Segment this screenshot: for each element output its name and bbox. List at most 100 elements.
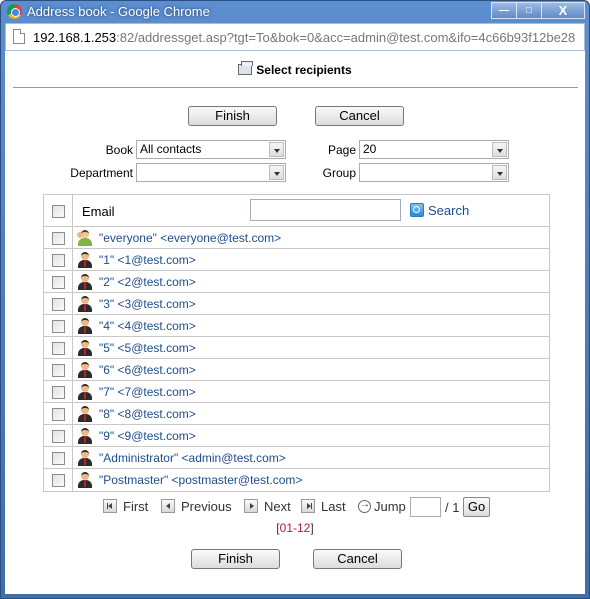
contact-checkbox[interactable] bbox=[52, 385, 65, 399]
search-button[interactable]: Search bbox=[410, 203, 469, 218]
contact-checkbox[interactable] bbox=[52, 363, 65, 377]
contact-email[interactable]: "5" <5@test.com> bbox=[99, 341, 196, 355]
contact-email[interactable]: "everyone" <everyone@test.com> bbox=[99, 231, 281, 245]
address-bar[interactable]: 192.168.1.253:82/addressget.asp?tgt=To&b… bbox=[5, 23, 585, 51]
checkbox-cell bbox=[44, 425, 73, 446]
contact-checkbox[interactable] bbox=[52, 407, 65, 421]
search-input[interactable] bbox=[250, 199, 401, 221]
first-page-button[interactable]: First bbox=[103, 499, 148, 514]
previous-page-icon bbox=[161, 499, 175, 513]
address-book-icon bbox=[238, 61, 254, 75]
window-title: Address book - Google Chrome bbox=[27, 4, 210, 19]
contact-checkbox[interactable] bbox=[52, 341, 65, 355]
user-icon bbox=[77, 252, 93, 268]
contact-email[interactable]: "Postmaster" <postmaster@test.com> bbox=[99, 473, 302, 487]
contact-checkbox[interactable] bbox=[52, 297, 65, 311]
maximize-button[interactable]: □ bbox=[516, 2, 542, 19]
title-bar[interactable]: Address book - Google Chrome — □ X bbox=[1, 1, 589, 23]
contact-row[interactable]: "1" <1@test.com> bbox=[44, 249, 549, 271]
browser-window: Address book - Google Chrome — □ X 192.1… bbox=[0, 0, 590, 599]
checkbox-cell bbox=[44, 293, 73, 314]
page-size-select[interactable]: 20 bbox=[359, 140, 509, 159]
contact-email[interactable]: "4" <4@test.com> bbox=[99, 319, 196, 333]
close-icon: X bbox=[558, 3, 568, 18]
contact-checkbox[interactable] bbox=[52, 319, 65, 333]
maximize-icon: □ bbox=[525, 5, 533, 16]
chevron-down-icon[interactable] bbox=[269, 142, 284, 157]
contact-checkbox[interactable] bbox=[52, 231, 65, 245]
previous-page-button[interactable]: Previous bbox=[161, 499, 232, 514]
chevron-down-icon[interactable] bbox=[492, 142, 507, 157]
contact-row[interactable]: "7" <7@test.com> bbox=[44, 381, 549, 403]
contact-email[interactable]: "9" <9@test.com> bbox=[99, 429, 196, 443]
department-select[interactable] bbox=[136, 163, 286, 182]
contact-email[interactable]: "1" <1@test.com> bbox=[99, 253, 196, 267]
finish-button-top[interactable]: Finish bbox=[188, 106, 277, 126]
book-select[interactable]: All contacts bbox=[136, 140, 286, 159]
next-page-button[interactable]: Next bbox=[244, 499, 291, 514]
close-button[interactable]: X bbox=[541, 2, 585, 19]
contact-row[interactable]: "9" <9@test.com> bbox=[44, 425, 549, 447]
checkbox-cell bbox=[44, 315, 73, 336]
finish-button-bottom[interactable]: Finish bbox=[191, 549, 280, 569]
checkbox-cell bbox=[44, 403, 73, 424]
page-title: Select recipients bbox=[256, 63, 352, 77]
last-label: Last bbox=[321, 499, 346, 514]
contact-checkbox[interactable] bbox=[52, 275, 65, 289]
contact-row[interactable]: "8" <8@test.com> bbox=[44, 403, 549, 425]
chevron-down-icon[interactable] bbox=[269, 165, 284, 180]
last-page-icon bbox=[301, 499, 315, 513]
contact-checkbox[interactable] bbox=[52, 429, 65, 443]
chevron-down-icon[interactable] bbox=[492, 165, 507, 180]
minimize-icon: — bbox=[499, 5, 509, 16]
contact-email[interactable]: "3" <3@test.com> bbox=[99, 297, 196, 311]
contact-email[interactable]: "6" <6@test.com> bbox=[99, 363, 196, 377]
divider bbox=[13, 87, 578, 88]
chrome-logo-icon bbox=[7, 4, 22, 19]
checkbox-cell bbox=[44, 227, 73, 248]
last-page-button[interactable]: Last bbox=[301, 499, 346, 514]
contact-checkbox[interactable] bbox=[52, 253, 65, 267]
contact-row[interactable]: "5" <5@test.com> bbox=[44, 337, 549, 359]
checkbox-cell bbox=[44, 337, 73, 358]
minimize-button[interactable]: — bbox=[491, 2, 517, 19]
next-label: Next bbox=[264, 499, 291, 514]
contact-row[interactable]: "Administrator" <admin@test.com> bbox=[44, 447, 549, 469]
contact-email[interactable]: "2" <2@test.com> bbox=[99, 275, 196, 289]
contact-email[interactable]: "8" <8@test.com> bbox=[99, 407, 196, 421]
table-header: Email Search bbox=[44, 195, 549, 227]
checkbox-cell bbox=[44, 447, 73, 468]
cancel-button-top[interactable]: Cancel bbox=[315, 106, 404, 126]
cancel-button-bottom[interactable]: Cancel bbox=[313, 549, 402, 569]
contact-row[interactable]: "everyone" <everyone@test.com> bbox=[44, 227, 549, 249]
record-range: [01-12] bbox=[5, 521, 585, 535]
jump-page-input[interactable] bbox=[410, 497, 441, 517]
user-icon bbox=[77, 274, 93, 290]
contact-checkbox[interactable] bbox=[52, 451, 65, 465]
user-icon bbox=[77, 384, 93, 400]
next-page-icon bbox=[244, 499, 258, 513]
contacts-table: Email Search "everyone" <everyone@test.c… bbox=[43, 194, 550, 492]
url-text[interactable]: 192.168.1.253:82/addressget.asp?tgt=To&b… bbox=[33, 30, 575, 45]
contact-email[interactable]: "7" <7@test.com> bbox=[99, 385, 196, 399]
user-icon bbox=[77, 428, 93, 444]
contact-row[interactable]: "4" <4@test.com> bbox=[44, 315, 549, 337]
user-icon bbox=[77, 450, 93, 466]
contact-row[interactable]: "2" <2@test.com> bbox=[44, 271, 549, 293]
window-controls: — □ X bbox=[491, 2, 585, 19]
contact-email[interactable]: "Administrator" <admin@test.com> bbox=[99, 451, 286, 465]
contact-row[interactable]: "3" <3@test.com> bbox=[44, 293, 549, 315]
contact-checkbox[interactable] bbox=[52, 474, 65, 487]
user-icon bbox=[77, 340, 93, 356]
go-button[interactable]: Go bbox=[463, 497, 490, 517]
select-all-checkbox[interactable] bbox=[52, 204, 65, 218]
first-page-icon bbox=[103, 499, 117, 513]
contact-row[interactable]: "6" <6@test.com> bbox=[44, 359, 549, 381]
contact-row[interactable]: "Postmaster" <postmaster@test.com> bbox=[44, 469, 549, 491]
group-label: Group bbox=[322, 166, 356, 180]
checkbox-cell bbox=[44, 359, 73, 380]
group-select[interactable] bbox=[359, 163, 509, 182]
checkbox-cell bbox=[44, 249, 73, 270]
page-icon bbox=[13, 29, 25, 44]
jump-text: Jump bbox=[374, 499, 406, 514]
